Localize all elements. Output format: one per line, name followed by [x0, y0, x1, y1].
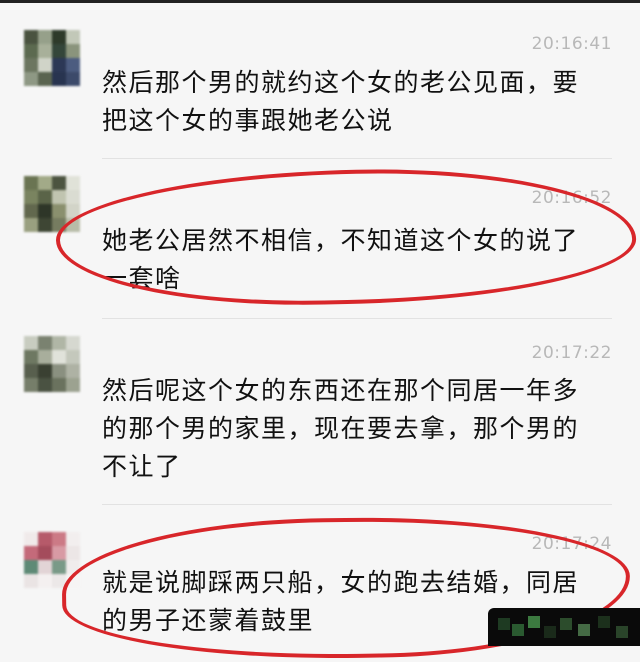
top-border: [0, 0, 640, 3]
avatar[interactable]: [24, 336, 80, 392]
avatar[interactable]: [24, 176, 80, 232]
message-text: 然后呢这个女的东西还在那个同居一年多的那个男的家里，现在要去拿，那个男的不让了: [102, 376, 580, 481]
avatar[interactable]: [24, 532, 80, 588]
avatar[interactable]: [24, 30, 80, 86]
message-divider: [102, 504, 612, 505]
message-timestamp: 20:16:41: [531, 34, 612, 54]
video-thumbnail[interactable]: [488, 608, 640, 646]
message-text: 然后那个男的就约这个女的老公见面，要把这个女的事跟她老公说: [102, 68, 580, 135]
message-timestamp: 20:16:52: [531, 188, 612, 208]
message-timestamp: 20:17:22: [531, 343, 612, 363]
message-divider: [102, 158, 612, 159]
message-text: 她老公居然不相信，不知道这个女的说了一套啥: [102, 226, 580, 293]
message-timestamp: 20:17:24: [531, 534, 612, 554]
message-divider: [102, 318, 612, 319]
